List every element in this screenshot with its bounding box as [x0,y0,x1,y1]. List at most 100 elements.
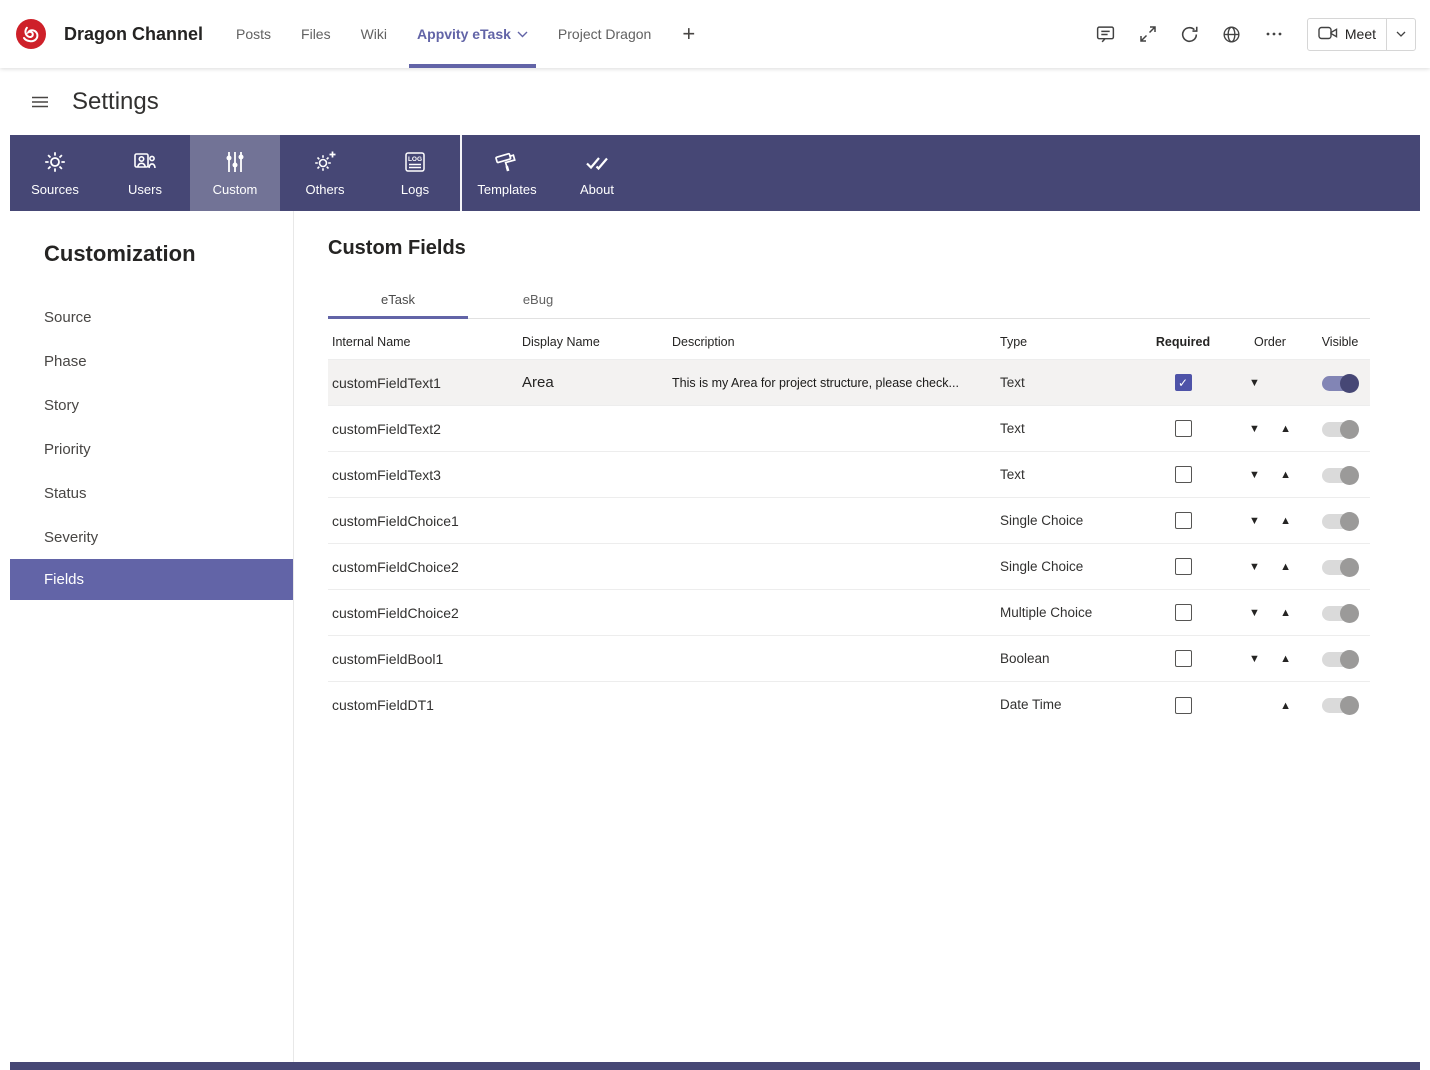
required-cell: ✓ [1136,360,1230,406]
visible-toggle[interactable] [1322,560,1358,575]
required-checkbox[interactable] [1175,650,1192,667]
sidebar-item-status[interactable]: Status [10,471,293,515]
order-controls: ▼▲ [1249,378,1291,389]
order-down-button[interactable]: ▼ [1249,608,1260,619]
display-name-cell [518,590,668,636]
table-row: customFieldChoice1Single Choice▼▲ [328,498,1370,544]
order-up-button[interactable]: ▲ [1280,516,1291,527]
sidebar-item-fields[interactable]: Fields [10,559,293,600]
sidebar-item-label: Story [44,397,79,414]
visible-toggle[interactable] [1322,698,1358,713]
description-cell [668,590,996,636]
visible-toggle[interactable] [1322,606,1358,621]
col-header-order: Order [1230,319,1310,360]
order-down-button[interactable]: ▼ [1249,470,1260,481]
sidebar-item-story[interactable]: Story [10,383,293,427]
order-down-button[interactable]: ▼ [1249,654,1260,665]
paint-roller-icon [494,149,520,175]
visible-toggle[interactable] [1322,468,1358,483]
toolbar-item-label: Others [305,182,344,197]
required-cell [1136,636,1230,682]
order-down-button[interactable]: ▼ [1249,562,1260,573]
tab-files[interactable]: Files [286,0,346,68]
log-icon: LOG [402,149,428,175]
required-checkbox[interactable] [1175,558,1192,575]
tab-label: Appvity eTask [417,26,511,42]
visible-toggle[interactable] [1322,376,1358,391]
toolbar-item-about[interactable]: About [552,135,642,211]
order-cell: ▼▲ [1230,360,1310,406]
sidebar-item-severity[interactable]: Severity [10,515,293,559]
order-up-button[interactable]: ▲ [1280,470,1291,481]
toolbar-item-templates[interactable]: Templates [462,135,552,211]
toggle-knob [1340,604,1359,623]
order-up-button[interactable]: ▲ [1280,701,1291,712]
visible-cell [1310,498,1370,544]
toolbar-item-sources[interactable]: Sources [10,135,100,211]
toolbar-item-others[interactable]: Others [280,135,370,211]
tab-project-dragon[interactable]: Project Dragon [543,0,666,68]
order-cell: ▼▲ [1230,636,1310,682]
order-up-button[interactable]: ▲ [1280,608,1291,619]
internal-name-cell: customFieldChoice1 [328,498,518,544]
required-checkbox[interactable] [1175,604,1192,621]
order-down-button[interactable]: ▼ [1249,516,1260,527]
expand-icon[interactable] [1131,17,1165,51]
meet-main[interactable]: Meet [1308,19,1386,50]
tab-wiki[interactable]: Wiki [346,0,402,68]
tab-ebug[interactable]: eBug [468,284,608,318]
toolbar-item-logs[interactable]: LOG Logs [370,135,460,211]
tab-posts[interactable]: Posts [221,0,286,68]
globe-icon[interactable] [1215,17,1249,51]
svg-text:LOG: LOG [408,156,422,163]
display-name-cell [518,636,668,682]
sidebar-item-priority[interactable]: Priority [10,427,293,471]
tab-label: Posts [236,26,271,42]
hamburger-menu-icon[interactable] [30,92,50,112]
refresh-icon[interactable] [1173,17,1207,51]
description-cell [668,682,996,728]
order-cell: ▼▲ [1230,590,1310,636]
more-icon[interactable] [1257,17,1291,51]
required-checkbox[interactable] [1175,512,1192,529]
meet-button[interactable]: Meet [1307,18,1416,51]
description-cell [668,406,996,452]
order-up-button[interactable]: ▲ [1280,562,1291,573]
tab-appvity-etask[interactable]: Appvity eTask [402,0,543,68]
required-cell [1136,544,1230,590]
display-name-cell: Area [518,360,668,406]
sidebar-item-label: Priority [44,441,91,458]
required-checkbox[interactable] [1175,697,1192,714]
add-tab-button[interactable]: + [666,21,711,47]
visible-toggle[interactable] [1322,422,1358,437]
order-down-button[interactable]: ▼ [1249,424,1260,435]
tab-etask[interactable]: eTask [328,284,468,318]
description-cell [668,544,996,590]
toolbar-item-users[interactable]: Users [100,135,190,211]
chat-icon[interactable] [1089,17,1123,51]
visible-cell [1310,452,1370,498]
dragon-logo [12,15,50,53]
sidebar-item-label: Phase [44,353,87,370]
required-checkbox[interactable]: ✓ [1175,374,1192,391]
required-checkbox[interactable] [1175,466,1192,483]
table-row: customFieldText3Text▼▲ [328,452,1370,498]
visible-toggle[interactable] [1322,514,1358,529]
internal-name-cell: customFieldChoice2 [328,544,518,590]
order-up-button[interactable]: ▲ [1280,424,1291,435]
order-down-button[interactable]: ▼ [1249,378,1260,389]
sidebar-item-phase[interactable]: Phase [10,339,293,383]
internal-name-cell: customFieldText2 [328,406,518,452]
required-cell [1136,452,1230,498]
toolbar-item-custom[interactable]: Custom [190,135,280,211]
internal-name-cell: customFieldText1 [328,360,518,406]
sidebar-item-source[interactable]: Source [10,295,293,339]
col-header-type: Type [996,319,1136,360]
toolbar-item-label: Users [128,182,162,197]
meet-dropdown-button[interactable] [1387,19,1415,50]
required-checkbox[interactable] [1175,420,1192,437]
visible-cell [1310,636,1370,682]
visible-toggle[interactable] [1322,652,1358,667]
toggle-knob [1340,650,1359,669]
order-up-button[interactable]: ▲ [1280,654,1291,665]
